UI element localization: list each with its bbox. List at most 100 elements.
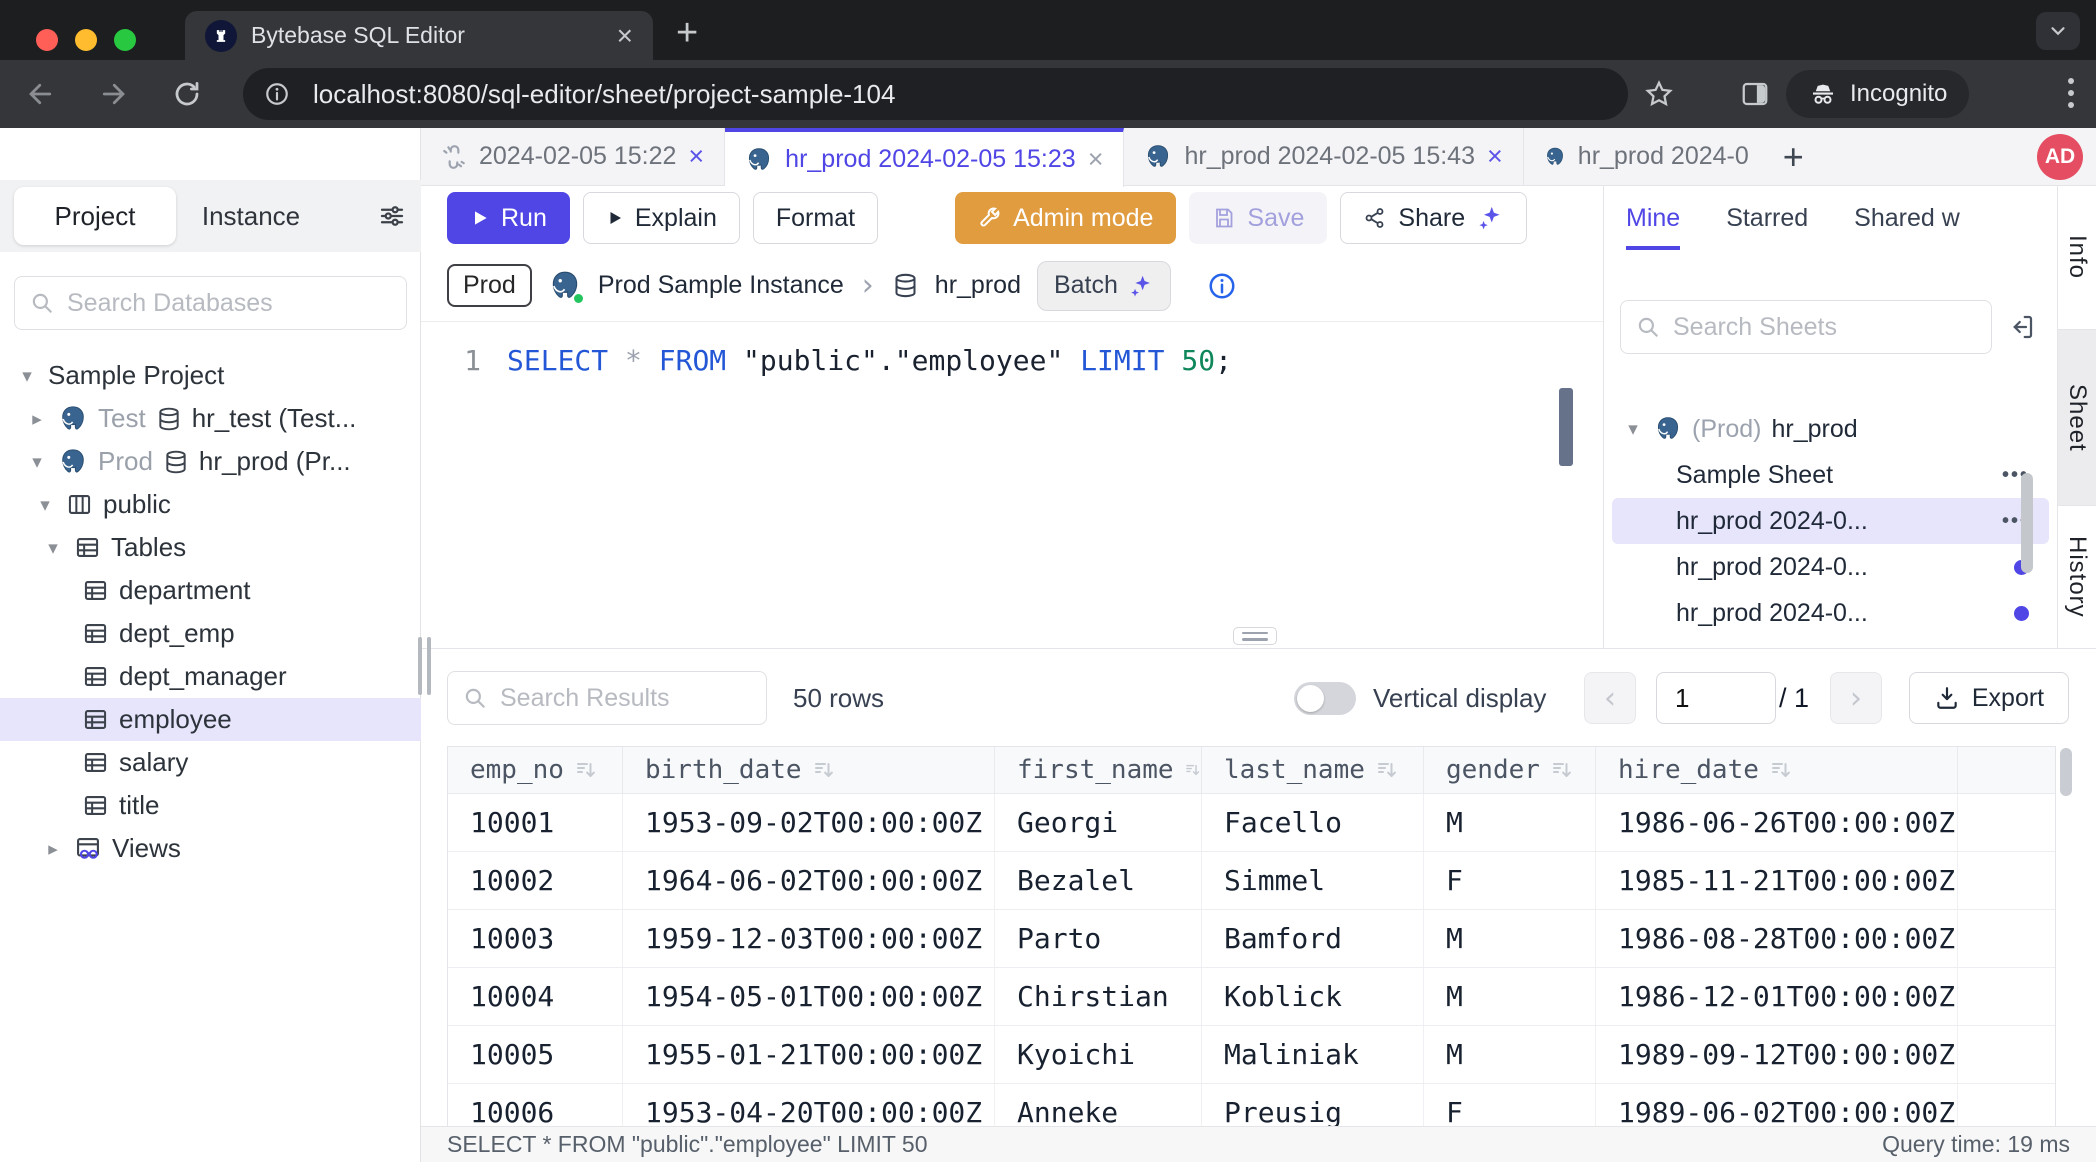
tree-node-table-employee-selected[interactable]: employee [0,698,421,741]
cell[interactable]: 1959-12-03T00:00:00Z [623,910,995,967]
cell[interactable]: Kyoichi [995,1026,1202,1083]
tree-node-table-dept-manager[interactable]: dept_manager [0,655,421,698]
search-databases-input[interactable] [67,289,367,318]
sheets-scrollbar-thumb[interactable] [2021,473,2033,573]
table-row[interactable]: 100051955-01-21T00:00:00ZKyoichiMaliniak… [448,1026,2055,1084]
caret-right-icon[interactable]: ▸ [26,408,48,430]
search-databases-field[interactable] [14,276,407,330]
cell[interactable]: Simmel [1202,852,1424,909]
cell[interactable]: 1986-12-01T00:00:00Z [1596,968,1958,1025]
tab-project[interactable]: Project [14,187,176,245]
sql-code-editor[interactable]: 1 SELECT * FROM "public"."employee" LIMI… [421,322,1603,648]
rail-tab-sheet[interactable]: Sheet [2058,330,2096,506]
cell[interactable]: 1964-06-02T00:00:00Z [623,852,995,909]
cell[interactable]: 1986-08-28T00:00:00Z [1596,910,1958,967]
bookmark-star-icon[interactable] [1644,79,1674,109]
search-results-field[interactable] [447,671,767,725]
caret-down-icon[interactable]: ▾ [34,494,56,516]
caret-right-icon[interactable]: ▸ [42,838,64,860]
cell[interactable]: Chirstian [995,968,1202,1025]
side-panel-icon[interactable] [1740,79,1770,109]
tab-starred[interactable]: Starred [1726,186,1808,250]
sort-icon[interactable] [1550,758,1574,782]
cell[interactable]: 10001 [448,794,623,851]
prev-page-button[interactable]: ‹ [1584,672,1636,724]
column-header[interactable]: last_name [1202,747,1424,793]
tree-node-tables[interactable]: ▾ Tables [0,526,421,569]
explain-button[interactable]: Explain [583,192,740,244]
sort-icon[interactable] [574,758,598,782]
cell[interactable]: 10002 [448,852,623,909]
rail-tab-history[interactable]: History [2058,506,2096,648]
vertical-display-toggle[interactable] [1294,682,1356,715]
next-page-button[interactable]: › [1830,672,1882,724]
cell[interactable]: F [1424,852,1596,909]
table-row[interactable]: 100041954-05-01T00:00:00ZChirstianKoblic… [448,968,2055,1026]
column-header[interactable]: first_name [995,747,1202,793]
cell[interactable]: 10003 [448,910,623,967]
site-info-icon[interactable] [257,74,297,114]
search-results-input[interactable] [500,684,730,713]
tree-node-views[interactable]: ▸ Views [0,827,421,870]
page-number-input[interactable] [1656,672,1776,724]
worksheet-tab-3[interactable]: hr_prod 2024-02-05 15:43 × [1124,128,1523,185]
close-worksheet-icon[interactable]: × [1487,143,1503,170]
export-button[interactable]: Export [1909,672,2069,724]
close-worksheet-icon[interactable]: × [688,143,704,170]
cell[interactable]: M [1424,968,1596,1025]
cell[interactable]: 1953-04-20T00:00:00Z [623,1084,995,1127]
sheet-item-selected[interactable]: hr_prod 2024-0... ••• [1612,498,2049,544]
cell[interactable]: Anneke [995,1084,1202,1127]
tree-node-table-dept-emp[interactable]: dept_emp [0,612,421,655]
editor-scrollbar-thumb[interactable] [1559,388,1573,466]
forward-button[interactable] [98,79,128,109]
worksheet-tab-1[interactable]: 2024-02-05 15:22 × [421,128,725,185]
cell[interactable]: Bezalel [995,852,1202,909]
save-button[interactable]: Save [1189,192,1327,244]
worksheet-tab-4[interactable]: hr_prod 2024-0 [1524,128,1769,185]
search-sheets-field[interactable] [1620,300,1992,354]
cell[interactable]: 10005 [448,1026,623,1083]
column-header[interactable]: hire_date [1596,747,1958,793]
cell[interactable]: Preusig [1202,1084,1424,1127]
tab-search-button[interactable] [2036,12,2080,50]
run-button[interactable]: Run [447,192,570,244]
tree-node-db-test[interactable]: ▸ Test hr_test (Test... [0,397,421,440]
sort-icon[interactable] [1375,758,1399,782]
sort-icon[interactable] [1184,758,1201,782]
close-window-button[interactable] [36,29,58,51]
cell[interactable]: 10006 [448,1084,623,1127]
rail-tab-info[interactable]: Info [2058,186,2096,330]
zoom-window-button[interactable] [114,29,136,51]
tree-node-schema-public[interactable]: ▾ public [0,483,421,526]
cell[interactable]: Georgi [995,794,1202,851]
info-circle-icon[interactable] [1207,271,1237,301]
reload-button[interactable] [172,79,202,109]
tree-node-table-salary[interactable]: salary [0,741,421,784]
sheet-item[interactable]: hr_prod 2024-0... [1612,544,2049,590]
cell[interactable]: 10004 [448,968,623,1025]
batch-button[interactable]: Batch [1037,261,1171,311]
caret-down-icon[interactable]: ▾ [26,451,48,473]
worksheet-tab-2-active[interactable]: hr_prod 2024-02-05 15:23 × [725,128,1124,187]
tab-mine[interactable]: Mine [1626,186,1680,250]
results-resize-handle[interactable] [1233,627,1277,645]
column-header[interactable]: birth_date [623,747,995,793]
table-scrollbar-thumb[interactable] [2060,748,2072,796]
minimize-window-button[interactable] [75,29,97,51]
browser-menu-button[interactable] [2068,78,2074,108]
tree-node-db-prod[interactable]: ▾ Prod hr_prod (Pr... [0,440,421,483]
cell[interactable]: 1955-01-21T00:00:00Z [623,1026,995,1083]
sort-icon[interactable] [812,758,836,782]
sort-icon[interactable] [1769,758,1793,782]
address-bar[interactable]: localhost:8080/sql-editor/sheet/project-… [243,68,1628,120]
format-button[interactable]: Format [753,192,878,244]
cell[interactable]: 1986-06-26T00:00:00Z [1596,794,1958,851]
cell[interactable]: M [1424,1026,1596,1083]
tab-shared-with-me[interactable]: Shared w [1854,186,1960,250]
sheets-group-hr-prod[interactable]: ▾ (Prod) hr_prod [1604,406,2057,452]
sheet-item-sample[interactable]: Sample Sheet ••• [1612,452,2049,498]
close-tab-icon[interactable]: × [617,22,633,50]
cell[interactable]: Koblick [1202,968,1424,1025]
browser-tab[interactable]: Bytebase SQL Editor × [185,11,653,60]
